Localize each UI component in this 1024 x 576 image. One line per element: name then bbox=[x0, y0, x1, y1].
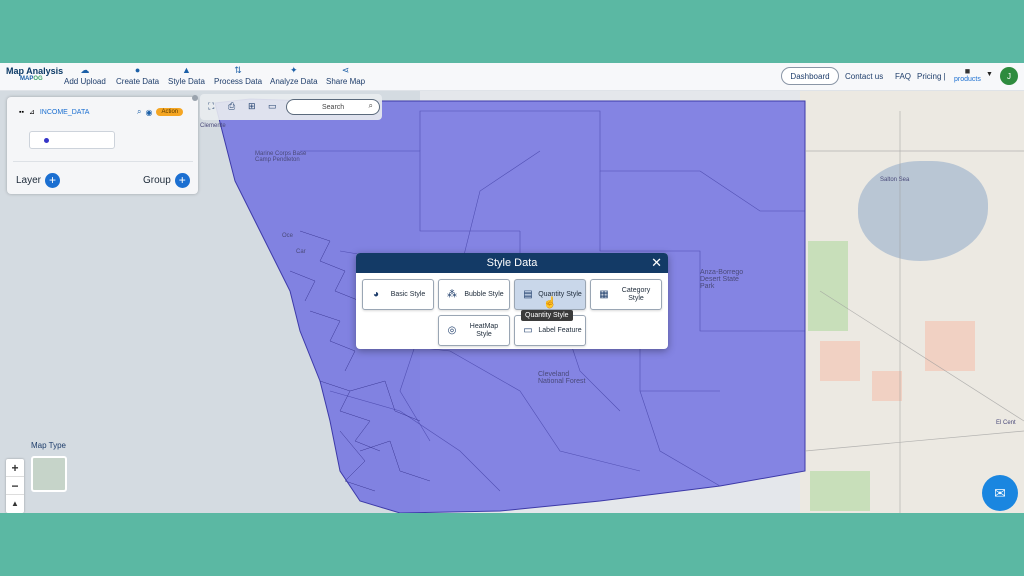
contact-us-link[interactable]: Contact us bbox=[845, 72, 883, 81]
modal-title: Style Data bbox=[486, 257, 538, 269]
pricing-link[interactable]: Pricing | bbox=[917, 72, 946, 81]
label-feature-icon: ▭ bbox=[523, 325, 533, 336]
cube-icon: ■ bbox=[964, 66, 971, 76]
user-avatar[interactable]: J bbox=[1000, 67, 1018, 85]
bubble-style-button[interactable]: ⁂ Bubble Style bbox=[438, 279, 510, 310]
products-menu[interactable]: ■ products bbox=[954, 66, 981, 83]
nav-label: Style Data bbox=[168, 77, 205, 86]
faq-link[interactable]: FAQ bbox=[895, 72, 911, 81]
heatmap-style-button[interactable]: ◎ HeatMap Style bbox=[438, 315, 510, 346]
basic-style-label: Basic Style bbox=[390, 290, 426, 298]
process-icon: ⇅ bbox=[234, 65, 242, 75]
bubble-style-label: Bubble Style bbox=[464, 290, 504, 298]
nav-label: Create Data bbox=[116, 77, 160, 86]
brand-title: Map Analysis bbox=[6, 66, 64, 76]
label-feature-label: Label Feature bbox=[538, 326, 582, 334]
analyze-icon: ✦ bbox=[290, 65, 298, 75]
dashboard-button[interactable]: Dashboard bbox=[781, 67, 839, 85]
nav-add-upload[interactable]: ☁ Add Upload bbox=[64, 65, 106, 86]
close-icon[interactable]: ✕ bbox=[651, 253, 662, 273]
nav-style-data[interactable]: ▲ Style Data bbox=[168, 65, 205, 86]
top-navigation-bar: Map Analysis MAPOG ☁ Add Upload ● Create… bbox=[0, 63, 1024, 91]
heatmap-style-label: HeatMap Style bbox=[469, 322, 499, 338]
quantity-style-tooltip: Quantity Style bbox=[521, 310, 573, 321]
nav-label: Add Upload bbox=[64, 77, 106, 86]
nav-label: Process Data bbox=[214, 77, 263, 86]
modal-header: Style Data ✕ bbox=[356, 253, 668, 273]
app-window: Map Analysis MAPOG ☁ Add Upload ● Create… bbox=[0, 63, 1024, 513]
products-label: products bbox=[954, 76, 981, 83]
nav-share-map[interactable]: ⋖ Share Map bbox=[326, 65, 365, 86]
chevron-down-icon[interactable]: ▼ bbox=[986, 71, 993, 78]
nav-label: Share Map bbox=[326, 77, 366, 86]
category-style-button[interactable]: ▦ Category Style bbox=[590, 279, 662, 310]
nav-create-data[interactable]: ● Create Data bbox=[116, 65, 159, 86]
nav-analyze-data[interactable]: ✦ Analyze Data bbox=[270, 65, 318, 86]
basic-style-button[interactable]: ◕ Basic Style bbox=[362, 279, 434, 310]
brand-subtitle-a: MAP bbox=[20, 76, 34, 82]
paint-icon: ▲ bbox=[181, 65, 191, 75]
bubble-style-icon: ⁂ bbox=[447, 289, 457, 300]
location-pin-icon: ● bbox=[134, 65, 141, 75]
nav-process-data[interactable]: ⇅ Process Data bbox=[214, 65, 262, 86]
brand-logo[interactable]: Map Analysis MAPOG bbox=[6, 66, 63, 82]
category-style-icon: ▦ bbox=[599, 289, 609, 300]
hand-cursor-icon: ☝ bbox=[543, 297, 557, 309]
share-icon: ⋖ bbox=[341, 65, 350, 75]
basic-style-icon: ◕ bbox=[372, 289, 380, 300]
brand-subtitle: MAPOG bbox=[20, 76, 63, 82]
brand-subtitle-b: OG bbox=[33, 76, 43, 82]
heatmap-style-icon: ◎ bbox=[447, 325, 457, 336]
map-canvas[interactable]: Clemente Marine Corps Base Camp Pendleto… bbox=[0, 91, 1024, 513]
category-style-label: Category Style bbox=[621, 286, 651, 302]
nav-label: Analyze Data bbox=[270, 77, 318, 86]
quantity-style-icon: ▤ bbox=[523, 289, 533, 300]
style-data-modal: Style Data ✕ ◕ Basic Style ⁂ Bubble Styl… bbox=[356, 253, 668, 349]
cloud-upload-icon: ☁ bbox=[80, 65, 90, 75]
